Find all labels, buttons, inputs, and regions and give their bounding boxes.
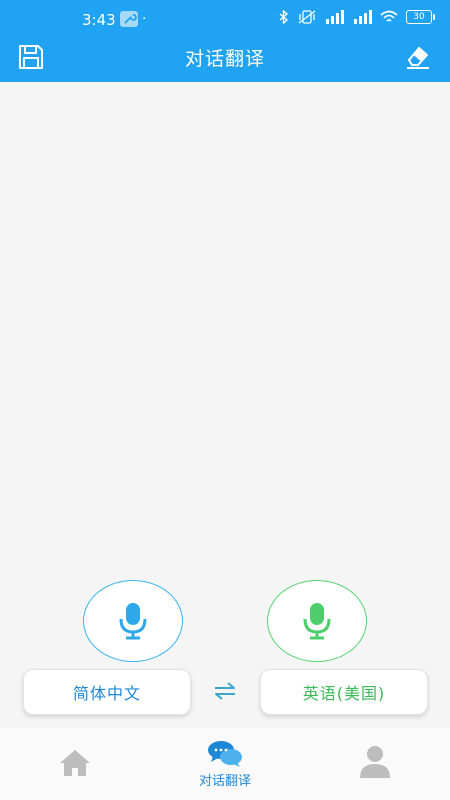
wifi-icon [380, 10, 398, 22]
tab-conversation-label: 对话翻译 [198, 774, 251, 789]
eraser-icon[interactable] [403, 42, 433, 72]
tab-profile[interactable] [300, 728, 450, 800]
wrench-icon [120, 11, 138, 27]
vibrate-off-icon [298, 10, 316, 24]
conversation-area [0, 82, 450, 572]
tab-home[interactable] [0, 728, 150, 800]
tab-conversation-translate[interactable]: 对话翻译 [150, 728, 300, 800]
target-language-button[interactable]: 英语(美国) [260, 669, 428, 715]
signal-icon [326, 10, 344, 24]
bluetooth-icon [279, 10, 289, 24]
home-icon [60, 750, 90, 776]
target-mic-button[interactable] [267, 580, 367, 662]
page-title: 对话翻译 [184, 48, 265, 70]
source-language-button[interactable]: 简体中文 [23, 669, 191, 715]
source-mic-button[interactable] [83, 580, 183, 662]
status-bar: 3:43 · 30 [0, 0, 450, 40]
bottom-tab-bar: 对话翻译 [0, 728, 450, 800]
status-dot: · [142, 11, 147, 27]
target-language-label: 英语(美国) [302, 684, 386, 703]
status-icons: 30 [278, 10, 435, 24]
battery-indicator: 30 [406, 10, 435, 24]
user-icon [360, 746, 390, 778]
app-header: 3:43 · 30 对话翻译 [0, 0, 450, 82]
swap-arrows-icon[interactable] [212, 680, 238, 702]
microphone-icon [119, 603, 147, 640]
status-time: 3:43 [82, 11, 116, 29]
microphone-icon [303, 603, 331, 640]
source-language-label: 简体中文 [72, 684, 141, 703]
signal-icon-2 [354, 10, 372, 24]
chat-bubbles-icon [208, 741, 242, 767]
